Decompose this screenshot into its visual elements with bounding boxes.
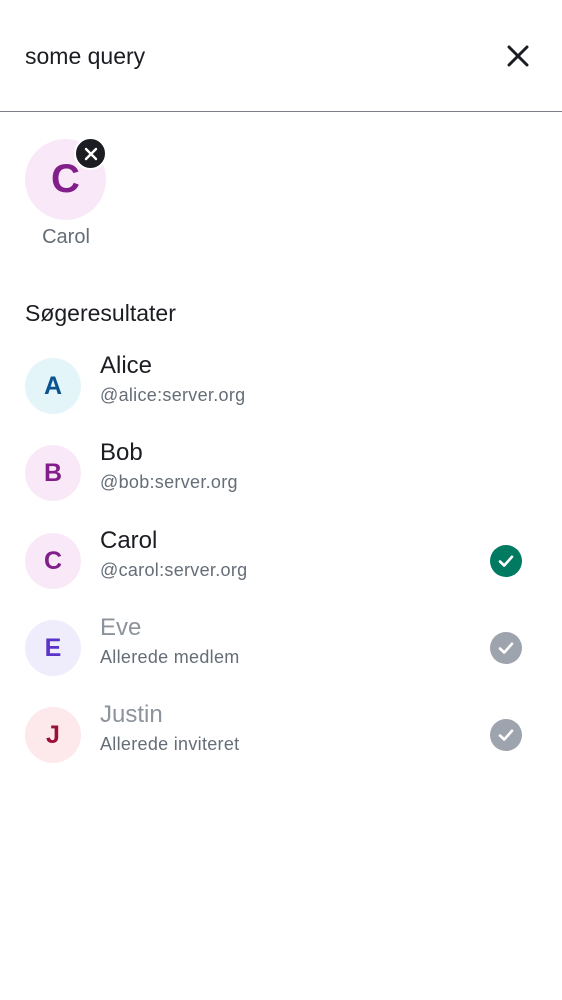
avatar: J [25,707,81,763]
selected-user-chip: C Carol [25,137,107,249]
list-item[interactable]: C Carol @carol:server.org [0,523,562,599]
user-id: @bob:server.org [100,472,238,492]
remove-selected-button[interactable] [74,137,107,170]
user-id: @alice:server.org [100,385,246,405]
avatar-initial: C [51,157,80,201]
list-item: E Eve Allerede medlem [0,610,562,686]
checkmark-icon [490,545,522,577]
close-icon [84,147,97,160]
user-name: Alice [100,352,153,379]
user-name: Eve [100,614,142,641]
avatar: A [25,358,81,414]
search-bar[interactable]: some query [0,0,562,112]
list-item[interactable]: B Bob @bob:server.org [0,435,562,511]
avatar: C [25,533,81,589]
member-status: Allerede inviteret [100,734,240,754]
close-icon [507,45,529,67]
member-status: Allerede medlem [100,647,240,667]
list-item[interactable]: A Alice @alice:server.org [0,348,562,424]
chip-label: Carol [42,226,90,248]
avatar: E [25,620,81,676]
list-item: J Justin Allerede inviteret [0,697,562,773]
user-name: Justin [100,701,163,728]
clear-search-button[interactable] [498,36,538,76]
checkmark-icon [490,719,522,751]
user-name: Carol [100,527,158,554]
avatar: B [25,445,81,501]
user-id: @carol:server.org [100,560,248,580]
avatar: C [25,137,107,220]
search-input[interactable]: some query [25,41,145,71]
checkmark-icon [490,632,522,664]
section-title: Søgeresultater [25,300,176,326]
user-name: Bob [100,439,143,466]
